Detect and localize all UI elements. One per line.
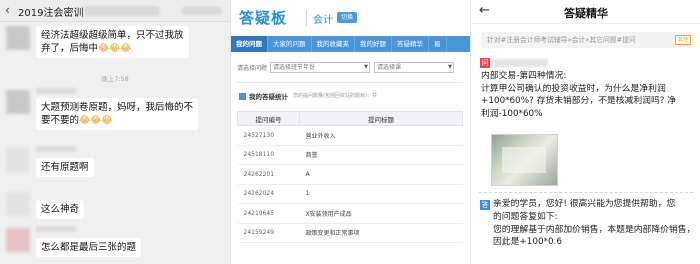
table-row[interactable]: 24159249 政策变更和正常事项: [237, 223, 463, 243]
dropdown-arrow-icon: ▼: [364, 63, 369, 70]
column-header-id: 提问编号: [237, 111, 300, 126]
redacted-text: [182, 7, 222, 15]
qa-nav-tabs: 我的问题 大家的问题 我的收藏夹 我的好题 答疑精华 易: [231, 36, 470, 52]
stats-summary: 您的提问数量(包括回收站的题目)：共: [293, 93, 377, 99]
filter-label: 请选择问题: [237, 64, 268, 72]
avatar[interactable]: [6, 148, 30, 172]
qa-header: 答疑板 会计 切换: [231, 0, 470, 36]
filter-bar: 请选择问题 请选择班节年份 ▼ 请选择课 ▼: [237, 60, 458, 74]
subject-label: 会计: [313, 15, 333, 26]
stats-heading: 我的答疑统计: [239, 91, 288, 101]
table-row[interactable]: 24527130 营业外收入: [237, 125, 463, 146]
table-row[interactable]: 24262024 1: [237, 184, 463, 204]
table-row[interactable]: 24518110 商誉: [237, 145, 463, 165]
answer-badge-icon: 答: [480, 200, 490, 210]
page-title: 答疑精华: [564, 7, 608, 20]
avatar[interactable]: [6, 192, 30, 216]
back-icon[interactable]: ‹: [5, 3, 10, 17]
chat-title: 2019注会密训: [18, 8, 84, 19]
table-row[interactable]: 24219645 X安装领用产成品: [237, 203, 463, 224]
year-select[interactable]: 请选择班节年份 ▼: [270, 61, 371, 73]
qa-board-panel: 答疑板 会计 切换 我的问题 大家的问题 我的收藏夹 我的好题 答疑精华 易 请…: [230, 0, 470, 264]
message-bubble[interactable]: 大题预测卷原题，妈呀，我后悔的不 要不要的😂😂😂: [36, 98, 199, 130]
breadcrumb: 针对#注册会计师考试辅导»会计»其它问题#提问 其他: [481, 32, 693, 48]
detail-header: ← 答疑精华: [471, 0, 700, 24]
timestamp: 晚上7:58: [101, 75, 129, 83]
divider: [479, 192, 693, 193]
qa-brand-logo[interactable]: 答疑板: [239, 7, 287, 28]
switch-subject-button[interactable]: 切换: [337, 12, 358, 23]
tab-everyones-questions[interactable]: 大家的问题: [268, 36, 312, 52]
question-badge-icon: 问: [480, 58, 490, 68]
category-badge: 其他: [674, 35, 691, 45]
avatar[interactable]: [6, 228, 30, 252]
avatar[interactable]: [6, 26, 30, 50]
tab-favorites[interactable]: 我的收藏夹: [312, 36, 355, 52]
laugh-cry-emoji-icon: 😂😂😂: [79, 115, 113, 126]
message-bubble[interactable]: 经济法超级超级简单，只不过我放 弃了，后悔中😂😂😂: [36, 26, 189, 58]
answer-detail-panel: ← 答疑精华 针对#注册会计师考试辅导»会计»其它问题#提问 其他 问 内部交易…: [470, 0, 700, 264]
dropdown-arrow-icon: ▼: [448, 63, 453, 70]
table-row[interactable]: 24262201 A: [237, 164, 463, 185]
tab-my-questions[interactable]: 我的问题: [231, 36, 268, 52]
divider: [237, 82, 463, 83]
redacted-username: [493, 59, 548, 67]
avatar[interactable]: [6, 90, 30, 114]
questions-table: 提问编号 提问标题 24527130 营业外收入 24518110 商誉 24262…: [237, 111, 463, 243]
stats-bar-icon: [239, 93, 246, 100]
message-bubble[interactable]: 这么神奇: [36, 200, 85, 219]
column-header-title: 提问标题: [299, 111, 463, 126]
tab-more[interactable]: 易: [429, 36, 447, 52]
redacted-name: [36, 146, 76, 152]
redacted-name: [36, 226, 76, 232]
tab-featured[interactable]: 答疑精华: [392, 36, 429, 52]
redacted-text: [85, 6, 160, 16]
answer-text: 亲爱的学员，您好! 很高兴能为您提供帮助，您 的问题答复如下: 您的理解基于内部…: [493, 199, 696, 248]
chat-header: ‹ 2019注会密训: [0, 0, 230, 22]
laugh-cry-emoji-icon: 😂😂😂: [98, 43, 132, 54]
message-bubble[interactable]: 怎么都是最后三张的题: [36, 238, 142, 257]
question-attachment-image[interactable]: [491, 134, 558, 186]
class-select[interactable]: 请选择课 ▼: [374, 61, 455, 73]
redacted-name: [36, 88, 76, 94]
message-bubble[interactable]: 还有原题啊: [36, 158, 94, 177]
question-text: 内部交易-第四种情况: 计算甲公司确认的投资收益时，为什么是净利润 +100*6…: [481, 71, 676, 119]
tab-good-questions[interactable]: 我的好题: [355, 36, 392, 52]
chat-panel: ‹ 2019注会密训 经济法超级超级简单，只不过我放 弃了，后悔中😂😂😂 晚上7…: [0, 0, 230, 264]
divider: [306, 10, 307, 26]
